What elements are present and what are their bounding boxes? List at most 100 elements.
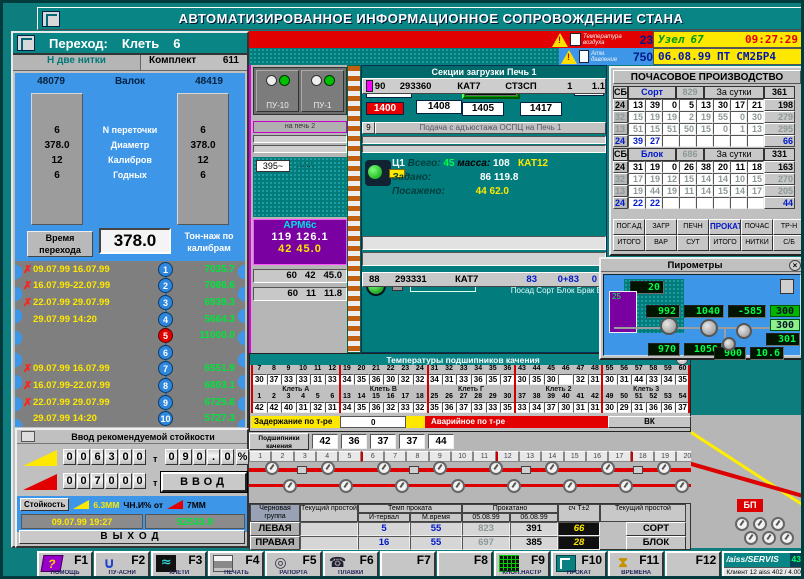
stand-gauge-icon[interactable] — [657, 461, 671, 475]
instrument-icon[interactable] — [780, 279, 794, 294]
filter-button[interactable]: НИТКИ — [741, 235, 773, 251]
filter-button[interactable]: ПЕЧН — [677, 219, 709, 235]
campaign-row[interactable]: ✗ 22.07.99 29.07.99 3 6939.3 — [15, 294, 245, 311]
filter-button[interactable]: ПОГ.АД — [613, 219, 645, 235]
campaign-row[interactable]: ✗ 16.07.99-22.07.99 8 6803.1 — [15, 377, 245, 394]
stand-gauge-icon[interactable] — [489, 461, 503, 475]
post-pu1[interactable]: ПУ-1 — [301, 70, 344, 112]
stand-gauge-icon[interactable] — [321, 461, 335, 475]
digit-wheel[interactable]: 3 — [105, 449, 118, 465]
digit-wheel[interactable]: 0 — [165, 449, 178, 465]
coiler-icon[interactable] — [744, 531, 758, 545]
filter-button[interactable]: СУТ — [677, 235, 709, 251]
mode-button[interactable]: БЛОК — [626, 536, 686, 550]
stand-gauge-icon[interactable] — [451, 479, 465, 493]
digit-wheel[interactable]: 0 — [193, 449, 206, 465]
campaign-row[interactable]: 29.07.99 14:20 4 5664.3 — [15, 311, 245, 328]
digit-wheel[interactable]: 0 — [105, 473, 118, 489]
stand-gauge-icon[interactable] — [563, 479, 577, 493]
digit-wheel[interactable]: 0 — [77, 473, 90, 489]
digit-wheel[interactable]: 0 — [133, 473, 146, 489]
charging-row[interactable]: 88 293331 КАТ7 83 0+83 0 — [362, 272, 606, 287]
coiler-icon[interactable] — [771, 517, 785, 531]
function-key[interactable]: F10 ПРОКАТ — [551, 551, 607, 579]
melt-row[interactable]: 90 293360 КАТ7 СТ3СП 1 1.1 — [362, 78, 606, 94]
filter-button[interactable]: ЗАГР — [645, 219, 677, 235]
function-key[interactable]: F11 ВРЕМЕНА — [608, 551, 664, 579]
window-icon[interactable] — [17, 35, 35, 51]
percent-counter[interactable]: 090.0 — [165, 449, 234, 465]
stand-gauge-icon[interactable] — [619, 479, 633, 493]
filter-button[interactable]: ТР-Н — [773, 219, 804, 235]
stand-gauge-icon[interactable] — [339, 479, 353, 493]
stand-gauge-icon[interactable] — [283, 479, 297, 493]
filter-button[interactable]: ПОЧАС — [741, 219, 773, 235]
campaign-row[interactable]: 29.07.99 14:20 10 5727.3 — [15, 410, 245, 427]
stand-gauge-icon[interactable] — [433, 461, 447, 475]
stand-gauge-icon[interactable] — [601, 461, 615, 475]
stand-gauge-icon[interactable] — [377, 461, 391, 475]
digit-wheel[interactable]: 0 — [119, 473, 132, 489]
page-icon[interactable] — [579, 50, 589, 63]
coiler-icon[interactable] — [762, 531, 776, 545]
function-key[interactable]: F4 ПЕЧАТЬ — [208, 551, 264, 579]
function-key[interactable]: F12 — [665, 551, 721, 579]
stand-gauge-icon[interactable] — [265, 461, 279, 475]
function-key[interactable]: F8 — [437, 551, 493, 579]
stand-gauge-icon[interactable] — [395, 479, 409, 493]
close-icon[interactable]: × — [789, 260, 801, 271]
digit-wheel[interactable]: 0 — [63, 473, 76, 489]
tonnage-counter[interactable]: 006300 — [63, 449, 146, 465]
post-pu10[interactable]: ПУ-10 — [256, 70, 299, 112]
coiler-icon[interactable] — [753, 517, 767, 531]
stand-gauge-icon[interactable] — [507, 479, 521, 493]
page-icon[interactable] — [570, 33, 581, 46]
warning-icon[interactable] — [561, 50, 577, 64]
coiler-icon[interactable] — [735, 517, 749, 531]
digit-wheel[interactable]: 0 — [63, 449, 76, 465]
filter-button[interactable]: ВАР — [645, 235, 677, 251]
campaign-row[interactable]: ✗ 09.07.99 16.07.99 1 7035.7 — [15, 261, 245, 278]
window-icon[interactable] — [21, 431, 35, 442]
stand-gauge-icon[interactable] — [545, 461, 559, 475]
mode-button[interactable]: СОРТ — [626, 522, 686, 536]
campaign-row[interactable]: ✗ 09.07.99 16.07.99 7 6551.9 — [15, 361, 245, 378]
filter-button[interactable]: ИТОГО — [613, 235, 645, 251]
function-key[interactable]: F6 ПЛАВКИ — [323, 551, 379, 579]
digit-wheel[interactable]: 7 — [91, 473, 104, 489]
digit-wheel[interactable]: 0 — [133, 449, 146, 465]
vk-button[interactable]: ВК — [608, 416, 691, 428]
hour-cell: 30 — [747, 111, 764, 123]
function-key[interactable]: F5 РАПОРТА — [265, 551, 321, 579]
function-key[interactable]: F9 КНОП.НАСТР — [494, 551, 550, 579]
filter-button[interactable]: ПРОКАТ — [709, 219, 741, 235]
campaign-row[interactable]: ✗ 22.07.99 29.07.99 9 6725.6 — [15, 394, 245, 411]
campaign-row[interactable]: ✗ 16.07.99-22.07.99 2 7086.6 — [15, 278, 245, 295]
digit-wheel[interactable]: 0 — [119, 449, 132, 465]
function-key[interactable]: F3 КЛЕТИ — [151, 551, 207, 579]
campaign-row[interactable]: 5 11000.0 — [15, 327, 245, 344]
coiler-icon[interactable] — [780, 531, 794, 545]
digit-wheel[interactable]: 0 — [77, 449, 90, 465]
product-name[interactable]: Сорт — [628, 86, 676, 99]
product-name[interactable]: Блок — [628, 148, 676, 161]
roll-change-titlebar: Переход: Клеть 6 — [13, 33, 247, 55]
digit-wheel[interactable]: 6 — [91, 449, 104, 465]
function-key[interactable]: F1 ПОМОЩЬ — [37, 551, 93, 579]
app-icon[interactable] — [42, 11, 60, 27]
digit-wheel[interactable]: 0 — [221, 449, 234, 465]
exit-button[interactable]: ВЫХОД — [19, 530, 245, 544]
durability-button[interactable]: Стойкость — [20, 498, 69, 511]
campaign-row[interactable]: 6 — [15, 344, 245, 361]
warning-icon[interactable] — [552, 33, 568, 47]
filter-button[interactable]: С/Б — [773, 235, 804, 251]
enter-button[interactable]: ВВОД — [161, 472, 247, 492]
function-key[interactable]: F7 — [380, 551, 436, 579]
digit-wheel[interactable]: 9 — [179, 449, 192, 465]
digit-wheel[interactable]: . — [207, 449, 220, 465]
stand-gauge-icon[interactable] — [675, 479, 689, 493]
tonnage-counter2[interactable]: 007000 — [63, 473, 146, 489]
function-key[interactable]: F2 ПУ-АСНИ — [94, 551, 150, 579]
threads-mode[interactable]: Н две нитки — [13, 55, 141, 70]
filter-button[interactable]: ИТОГО — [709, 235, 741, 251]
